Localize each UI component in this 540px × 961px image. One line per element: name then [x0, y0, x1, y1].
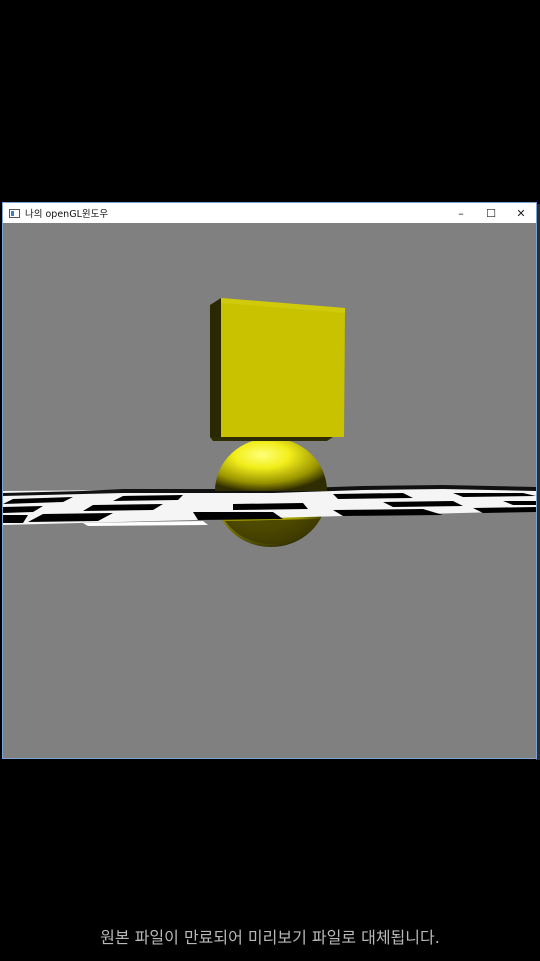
minimize-button[interactable]: – — [446, 203, 476, 223]
maximize-button[interactable]: ☐ — [476, 203, 506, 223]
sphere-upper — [215, 438, 327, 491]
close-button[interactable]: ✕ — [506, 203, 536, 223]
opengl-viewport[interactable] — [3, 223, 536, 758]
window-title: 나의 openGL윈도우 — [25, 209, 109, 220]
opengl-window[interactable]: 나의 openGL윈도우 – ☐ ✕ — [2, 202, 537, 759]
app-icon — [9, 208, 20, 218]
minimize-icon: – — [458, 206, 464, 220]
expired-file-notice: 원본 파일이 만료되어 미리보기 파일로 대체됩니다. — [100, 928, 440, 947]
title-bar[interactable]: 나의 openGL윈도우 – ☐ ✕ — [3, 203, 536, 223]
close-icon: ✕ — [516, 206, 526, 220]
cube — [210, 298, 345, 441]
scene-render — [3, 298, 536, 547]
phone-screen: 나의 openGL윈도우 – ☐ ✕ 원본 파일이 만료되어 미리보기 파일로 … — [0, 0, 540, 961]
maximize-icon: ☐ — [486, 206, 496, 220]
